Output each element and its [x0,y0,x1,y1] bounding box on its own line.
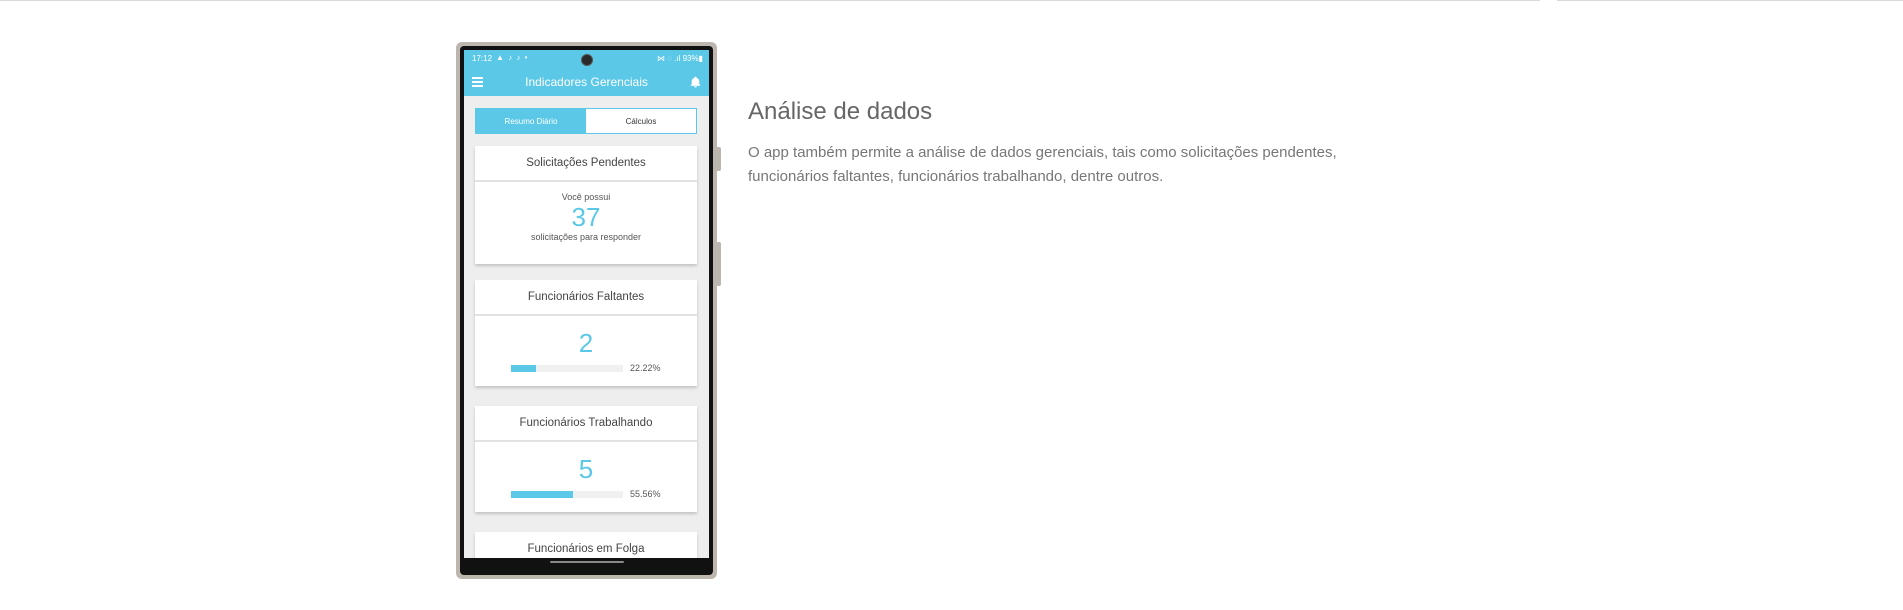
progress-row: 55.56% [511,489,691,499]
card-suffix-text: solicitações para responder [530,232,642,242]
card-prefix-text: Você possui [561,192,611,202]
working-count: 5 [578,454,594,484]
phone-screen: 17:12 ▲ ♪ ♪ • ⋈ ◌ .ıl 93%▮ Indicadores G… [464,50,709,568]
phone-side-button [717,147,721,171]
card-title: Solicitações Pendentes [475,146,697,182]
progress-row: 22.22% [511,363,691,373]
status-time: 17:12 [472,54,493,63]
card-working-employees: Funcionários Trabalhando 5 55.56% [475,406,697,512]
missing-count: 2 [578,328,594,358]
app-bar-title: Indicadores Gerenciais [525,75,648,89]
card-title: Funcionários Trabalhando [475,406,697,442]
progress-fill [511,491,574,498]
pending-count: 37 [571,202,601,232]
notification-icons: ▲ ♪ ♪ • [496,53,529,62]
card-missing-employees: Funcionários Faltantes 2 22.22% [475,280,697,386]
bell-icon[interactable] [689,75,702,89]
status-bar: 17:12 ▲ ♪ ♪ • ⋈ ◌ .ıl 93%▮ [464,50,709,68]
tab-calculos[interactable]: Cálculos [586,109,696,133]
top-divider [0,0,1540,1]
top-divider [1557,0,1903,1]
card-pending-requests: Solicitações Pendentes Você possui 37 so… [475,146,697,264]
progress-track [511,365,623,372]
card-title: Funcionários Faltantes [475,280,697,316]
progress-label: 22.22% [630,363,661,373]
section-description: O app também permite a análise de dados … [748,144,1337,185]
tab-bar: Resumo Diário Cálculos [475,108,697,134]
home-indicator [464,558,709,568]
section-heading: Análise de dados [748,98,933,125]
phone-mockup: 17:12 ▲ ♪ ♪ • ⋈ ◌ .ıl 93%▮ Indicadores G… [456,42,721,579]
system-status-icons: ⋈ ◌ .ıl 93%▮ [656,54,703,63]
progress-fill [511,365,536,372]
progress-label: 55.56% [630,489,661,499]
tab-resumo-diario[interactable]: Resumo Diário [476,109,586,133]
front-camera-icon [581,54,593,66]
phone-side-button [717,242,721,286]
app-bar: Indicadores Gerenciais [464,68,709,96]
progress-track [511,491,623,498]
